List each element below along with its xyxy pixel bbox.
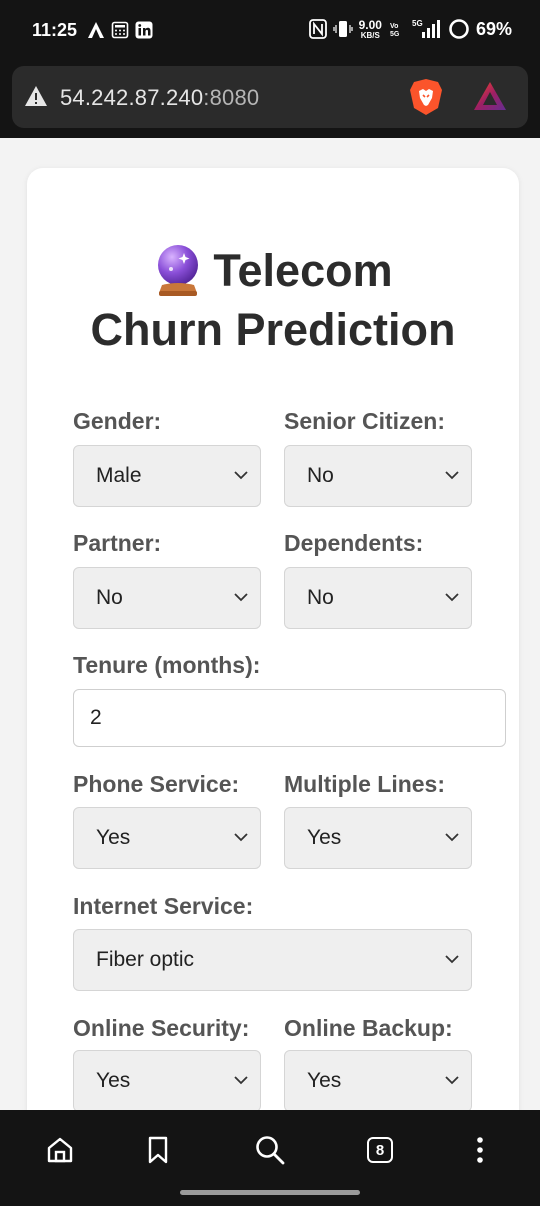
chevron-down-icon xyxy=(445,833,459,842)
search-button[interactable] xyxy=(248,1128,292,1172)
internet-service-value: Fiber optic xyxy=(96,948,195,971)
crystal-ball-icon xyxy=(158,245,199,297)
partner-value: No xyxy=(96,586,123,609)
online-security-select[interactable]: Yes xyxy=(73,1050,261,1110)
home-icon xyxy=(47,1137,73,1163)
internet-service-select[interactable]: Fiber optic xyxy=(73,929,472,991)
svg-text:5G: 5G xyxy=(390,31,400,38)
chevron-down-icon xyxy=(445,593,459,602)
senior-citizen-value: No xyxy=(307,464,334,487)
url-text[interactable]: 54.242.87.240:8080 xyxy=(60,85,259,111)
partner-select[interactable]: No xyxy=(73,567,261,629)
network-speed: 9.00 KB/S xyxy=(359,19,382,40)
status-right: 9.00 KB/S Vo 5G 5G 69% xyxy=(308,18,512,40)
url-port: :8080 xyxy=(203,85,260,110)
svg-text:Vo: Vo xyxy=(390,23,398,30)
status-bar: 11:25 9.00 KB/S Vo 5G 5G 69% xyxy=(0,0,540,62)
more-vertical-icon xyxy=(477,1137,483,1163)
tenure-label: Tenure (months): xyxy=(73,652,261,678)
chevron-down-icon xyxy=(445,955,459,964)
brave-shields-icon[interactable] xyxy=(408,78,444,116)
chevron-down-icon xyxy=(234,1076,248,1085)
senior-citizen-select[interactable]: No xyxy=(284,445,472,507)
svg-text:5G: 5G xyxy=(412,19,423,28)
dependents-label: Dependents: xyxy=(284,530,424,556)
status-time: 11:25 xyxy=(32,20,78,40)
net-speed-value: 9.00 xyxy=(358,17,382,32)
calculator-icon xyxy=(111,21,129,39)
home-button[interactable] xyxy=(38,1128,82,1172)
phone-service-label: Phone Service: xyxy=(73,771,240,797)
dependents-select[interactable]: No xyxy=(284,567,472,629)
menu-button[interactable] xyxy=(458,1128,502,1172)
address-bar[interactable]: 54.242.87.240:8080 xyxy=(12,66,528,128)
bookmark-icon xyxy=(148,1136,168,1164)
brave-rewards-icon[interactable] xyxy=(472,80,508,112)
multiple-lines-label: Multiple Lines: xyxy=(284,771,445,797)
title-line-1: Telecom xyxy=(213,245,393,296)
title-line-2: Churn Prediction xyxy=(90,304,456,356)
multiple-lines-select[interactable]: Yes xyxy=(284,807,472,869)
chevron-down-icon xyxy=(445,471,459,480)
online-security-label: Online Security: xyxy=(73,1015,250,1041)
nfc-icon xyxy=(308,19,327,39)
dependents-value: No xyxy=(307,586,334,609)
search-icon xyxy=(256,1136,285,1165)
online-security-value: Yes xyxy=(96,1069,131,1092)
gender-select[interactable]: Male xyxy=(73,445,261,507)
bookmarks-button[interactable] xyxy=(136,1128,180,1172)
net-speed-unit: KB/S xyxy=(360,30,380,40)
page-title: Telecom Churn Prediction xyxy=(27,242,519,359)
online-backup-label: Online Backup: xyxy=(284,1015,453,1041)
not-secure-warning-icon[interactable] xyxy=(24,85,48,107)
battery-ring-icon xyxy=(449,19,469,39)
volte-icon: Vo 5G xyxy=(390,23,400,38)
partner-label: Partner: xyxy=(73,530,162,556)
phone-service-select[interactable]: Yes xyxy=(73,807,261,869)
online-backup-value: Yes xyxy=(307,1069,342,1092)
tabs-button[interactable]: 8 xyxy=(358,1128,402,1172)
url-host: 54.242.87.240 xyxy=(60,85,204,110)
phone-service-value: Yes xyxy=(96,826,131,849)
gender-label: Gender: xyxy=(73,408,162,434)
chevron-down-icon xyxy=(445,1076,459,1085)
browser-toolbar: 54.242.87.240:8080 xyxy=(0,62,540,138)
gender-value: Male xyxy=(96,464,142,487)
vibrate-icon xyxy=(333,21,353,37)
senior-citizen-label: Senior Citizen: xyxy=(284,408,446,434)
page-viewport: Telecom Churn Prediction Gender: Senior … xyxy=(0,138,540,1110)
app-a-icon xyxy=(88,22,104,38)
battery-percent: 69% xyxy=(475,18,512,39)
multiple-lines-value: Yes xyxy=(307,826,342,849)
chevron-down-icon xyxy=(234,471,248,480)
linkedin-icon xyxy=(135,21,153,39)
chevron-down-icon xyxy=(234,593,248,602)
internet-service-label: Internet Service: xyxy=(73,893,254,919)
tab-count-badge: 8 xyxy=(367,1137,393,1163)
online-backup-select[interactable]: Yes xyxy=(284,1050,472,1110)
bottom-navigation: 8 xyxy=(0,1110,540,1206)
signal-5g-icon: 5G xyxy=(412,19,440,38)
tenure-input[interactable]: 2 xyxy=(73,689,506,747)
tenure-value: 2 xyxy=(90,706,102,729)
gesture-home-indicator[interactable] xyxy=(180,1190,360,1195)
chevron-down-icon xyxy=(234,833,248,842)
form-card: Telecom Churn Prediction Gender: Senior … xyxy=(27,168,519,1110)
